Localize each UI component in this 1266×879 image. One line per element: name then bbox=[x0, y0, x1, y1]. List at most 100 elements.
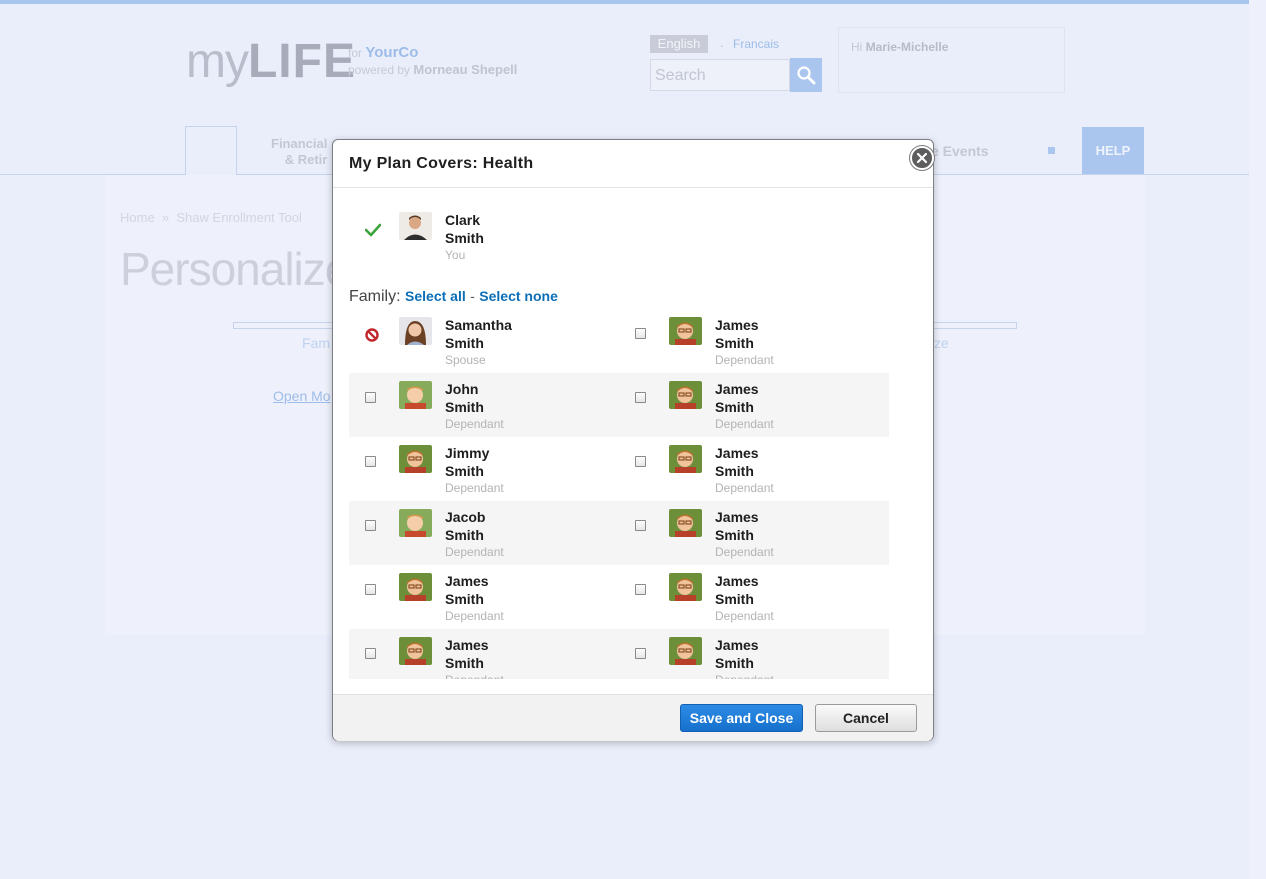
search-input[interactable]: Search bbox=[650, 59, 790, 91]
page-scrollbar[interactable] bbox=[1249, 0, 1266, 879]
member-first-name: James bbox=[715, 637, 759, 653]
member-role: You bbox=[445, 248, 466, 262]
member-first-name: James bbox=[445, 573, 489, 589]
logo-powered-by: powered by Morneau Shepell bbox=[348, 62, 518, 77]
avatar bbox=[399, 445, 432, 473]
family-member: Jacob Smith Dependant bbox=[349, 501, 619, 565]
member-checkbox[interactable] bbox=[365, 456, 379, 470]
avatar bbox=[669, 573, 702, 601]
avatar bbox=[399, 212, 432, 240]
member-last-name: Smith bbox=[715, 527, 754, 543]
member-checkbox[interactable] bbox=[635, 456, 649, 470]
member-role: Dependant bbox=[445, 609, 504, 623]
member-last-name: Smith bbox=[715, 463, 754, 479]
member-last-name: Smith bbox=[445, 655, 484, 671]
member-checkbox[interactable] bbox=[635, 648, 649, 662]
member-last-name: Smith bbox=[715, 399, 754, 415]
mylife-logo[interactable]: myLIFE bbox=[186, 36, 356, 88]
member-role: Dependant bbox=[715, 673, 774, 679]
member-last-name: Smith bbox=[715, 335, 754, 351]
cancel-button[interactable]: Cancel bbox=[815, 704, 917, 732]
modal-header: My Plan Covers: Health bbox=[333, 140, 934, 188]
member-checkbox[interactable] bbox=[635, 584, 649, 598]
nav-tab-financial[interactable]: Financial & Retir bbox=[271, 136, 327, 168]
breadcrumb: Home » Shaw Enrollment Tool bbox=[120, 210, 302, 225]
member-role: Dependant bbox=[715, 417, 774, 431]
member-role: Dependant bbox=[715, 353, 774, 367]
member-role: Dependant bbox=[715, 609, 774, 623]
member-checkbox[interactable] bbox=[365, 392, 379, 406]
select-none-link[interactable]: Select none bbox=[479, 288, 558, 304]
covered-check-icon bbox=[364, 223, 382, 237]
breadcrumb-tool[interactable]: Shaw Enrollment Tool bbox=[176, 210, 302, 225]
member-role: Spouse bbox=[445, 353, 486, 367]
modal-footer: Save and Close Cancel bbox=[333, 694, 933, 741]
member-checkbox[interactable] bbox=[635, 328, 649, 342]
avatar bbox=[399, 317, 432, 345]
close-icon bbox=[916, 152, 928, 164]
avatar bbox=[399, 509, 432, 537]
lang-english-button[interactable]: English bbox=[650, 35, 708, 53]
member-last-name: Smith bbox=[445, 527, 484, 543]
member-last-name: Smith bbox=[445, 463, 484, 479]
member-last-name: Smith bbox=[715, 591, 754, 607]
nav-square-icon bbox=[1048, 147, 1055, 154]
top-accent-bar bbox=[0, 0, 1249, 4]
nav-tab-life-events[interactable]: e Events bbox=[931, 143, 989, 159]
member-role: Dependant bbox=[715, 545, 774, 559]
open-modal-link[interactable]: Open Mo bbox=[273, 388, 331, 404]
user-name[interactable]: Marie-Michelle bbox=[866, 40, 949, 54]
member-checkbox[interactable] bbox=[635, 392, 649, 406]
family-label: Family: Select all - Select none bbox=[349, 288, 558, 305]
family-member: Jimmy Smith Dependant bbox=[349, 437, 619, 501]
family-member: James Smith Dependant bbox=[619, 437, 889, 501]
avatar bbox=[669, 445, 702, 473]
close-button[interactable] bbox=[910, 146, 934, 170]
member-checkbox[interactable] bbox=[365, 520, 379, 534]
modal-title: My Plan Covers: Health bbox=[349, 155, 534, 172]
user-greeting-box: Hi Marie-Michelle bbox=[838, 27, 1065, 93]
self-member: Clark Smith You bbox=[349, 204, 619, 268]
help-button[interactable]: HELP bbox=[1082, 127, 1144, 174]
avatar bbox=[669, 509, 702, 537]
family-member: James Smith Dependant bbox=[619, 501, 889, 565]
member-first-name: James bbox=[445, 637, 489, 653]
avatar bbox=[399, 573, 432, 601]
member-first-name: Jimmy bbox=[445, 445, 490, 461]
avatar bbox=[669, 637, 702, 665]
family-member: James Smith Dependant bbox=[619, 309, 889, 373]
logo-for-company: for YourCo bbox=[348, 44, 419, 61]
avatar bbox=[399, 381, 432, 409]
save-and-close-button[interactable]: Save and Close bbox=[680, 704, 803, 732]
member-last-name: Smith bbox=[715, 655, 754, 671]
avatar bbox=[669, 317, 702, 345]
member-first-name: James bbox=[715, 445, 759, 461]
member-checkbox[interactable] bbox=[365, 648, 379, 662]
not-eligible-icon bbox=[365, 328, 379, 342]
family-member: James Smith Dependant bbox=[349, 565, 619, 629]
step-label-family[interactable]: Fam bbox=[302, 335, 330, 351]
family-member: John Smith Dependant bbox=[349, 373, 619, 437]
lang-french-link[interactable]: Francais bbox=[733, 37, 779, 51]
plan-covers-modal: My Plan Covers: Health Clark Smith You F… bbox=[332, 139, 934, 741]
member-checkbox[interactable] bbox=[365, 584, 379, 598]
member-first-name: James bbox=[715, 573, 759, 589]
member-checkbox[interactable] bbox=[635, 520, 649, 534]
select-all-link[interactable]: Select all bbox=[405, 288, 466, 304]
member-first-name: John bbox=[445, 381, 479, 397]
search-button[interactable] bbox=[790, 58, 822, 92]
avatar bbox=[399, 637, 432, 665]
nav-tab-home[interactable] bbox=[185, 126, 237, 175]
member-first-name: Samantha bbox=[445, 317, 512, 333]
member-first-name: James bbox=[715, 317, 759, 333]
member-first-name: James bbox=[715, 509, 759, 525]
member-role: Dependant bbox=[445, 545, 504, 559]
member-role: Dependant bbox=[445, 673, 504, 679]
lang-separator: . bbox=[720, 36, 724, 50]
member-role: Dependant bbox=[445, 417, 504, 431]
family-member: James Smith Dependant bbox=[349, 629, 619, 679]
member-first-name: Clark bbox=[445, 212, 481, 228]
step-label-personalize[interactable]: ze bbox=[934, 335, 949, 351]
member-last-name: Smith bbox=[445, 335, 484, 351]
breadcrumb-home[interactable]: Home bbox=[120, 210, 155, 225]
